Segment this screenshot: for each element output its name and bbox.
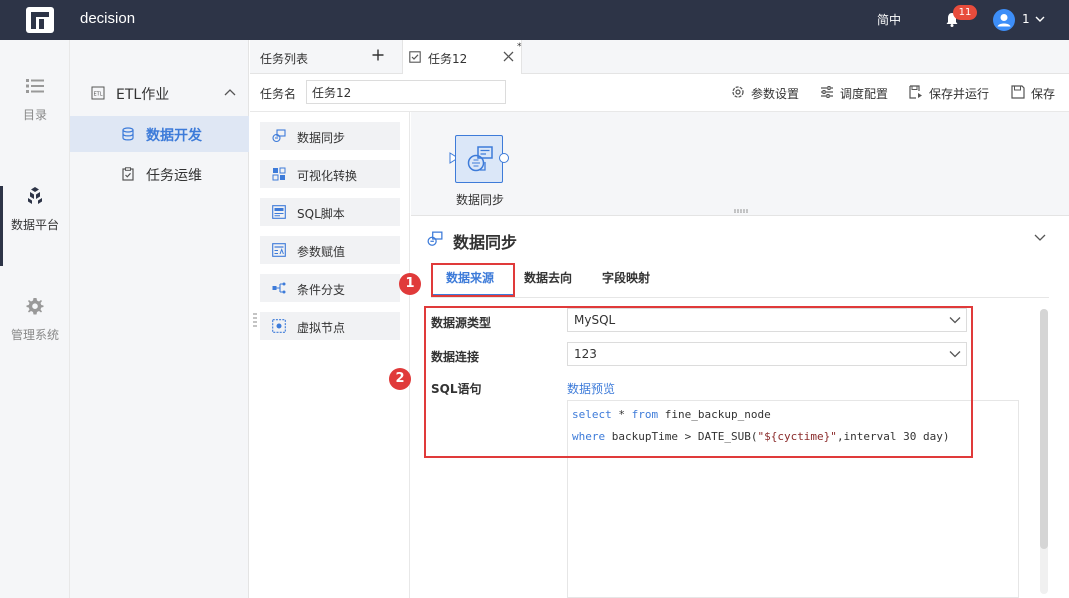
etl-nav: ETL ETL作业 数据开发 任务运维 [70, 40, 249, 598]
task-check-icon [409, 51, 421, 63]
chevron-down-icon[interactable] [1034, 13, 1046, 25]
palette-item-sql-script[interactable]: SQL脚本 [260, 198, 400, 226]
rail-label: 目录 [22, 108, 47, 122]
virtual-node-icon [272, 319, 286, 333]
flow-node-data-sync[interactable] [455, 135, 503, 183]
resize-handle-icon[interactable] [253, 313, 257, 327]
rail-label: 数据平台 [10, 218, 59, 232]
palette-label: SQL脚本 [297, 207, 345, 221]
tab-bar: 任务列表 任务12 * [250, 40, 1069, 74]
tool-label: 参数设置 [751, 87, 800, 101]
palette-label: 参数赋值 [297, 245, 346, 259]
list-icon [26, 79, 44, 93]
plus-icon[interactable] [372, 49, 384, 61]
task-toolbar: 任务名 参数设置 调度配置 保存并运行 保存 [250, 74, 1069, 112]
top-bar: decision 简中 11 1 [0, 0, 1069, 40]
palette-label: 虚拟节点 [297, 321, 346, 335]
etl-icon: ETL [91, 86, 105, 100]
tool-label: 保存 [1031, 87, 1056, 101]
step-marker-2: 2 [389, 368, 411, 390]
highlight-box-tab [431, 263, 515, 297]
unsaved-mark: * [517, 42, 522, 52]
tool-label: 调度配置 [840, 87, 889, 101]
nav-item-label: 数据开发 [146, 128, 202, 144]
nav-item-data-dev[interactable]: 数据开发 [70, 116, 249, 152]
output-port[interactable] [499, 153, 509, 163]
close-icon[interactable] [503, 51, 514, 62]
chevron-down-icon[interactable] [1034, 233, 1046, 243]
clipboard-icon [122, 167, 134, 181]
user-name[interactable]: 1 [1022, 12, 1030, 26]
palette-label: 条件分支 [297, 283, 346, 297]
palette-item-visual-transform[interactable]: 可视化转换 [260, 160, 400, 188]
tab-divider [431, 297, 1049, 298]
left-rail: 目录 数据平台 管理系统 [0, 40, 70, 598]
tool-label: 保存并运行 [929, 87, 990, 101]
language-switch[interactable]: 简中 [877, 11, 901, 28]
palette-item-param-assign[interactable]: 参数赋值 [260, 236, 400, 264]
node-label: 数据同步 [456, 193, 505, 207]
palette-label: 数据同步 [297, 131, 346, 145]
tab-task-list[interactable]: 任务列表 [260, 50, 308, 67]
rail-label: 管理系统 [10, 328, 59, 342]
step-marker-1: 1 [399, 273, 421, 295]
avatar[interactable] [993, 9, 1015, 31]
data-sync-icon [427, 231, 443, 246]
detail-scrollbar[interactable] [1040, 309, 1048, 594]
tab-task-12[interactable]: 任务12 * [402, 40, 522, 74]
tab-field-mapping[interactable]: 字段映射 [602, 269, 650, 286]
settings-icon [732, 86, 744, 98]
save-icon [1011, 85, 1025, 99]
param-assign-icon [272, 243, 286, 257]
app-name: decision [80, 10, 136, 27]
rail-item-catalog[interactable]: 目录 [0, 76, 70, 156]
user-icon [997, 14, 1011, 27]
notification-badge: 11 [953, 5, 977, 20]
branch-icon [272, 282, 286, 294]
nav-item-label: 任务运维 [146, 168, 202, 184]
palette-label: 可视化转换 [297, 169, 358, 183]
data-sync-node-icon [467, 146, 493, 172]
svg-text:ETL: ETL [94, 92, 103, 98]
scrollbar-thumb[interactable] [1040, 309, 1048, 549]
nav-item-task-ops[interactable]: 任务运维 [70, 156, 249, 192]
visual-transform-icon [272, 167, 286, 181]
database-icon [122, 127, 134, 141]
sliders-icon [821, 86, 833, 98]
data-sync-icon [272, 129, 286, 143]
tab-data-destination[interactable]: 数据去向 [524, 269, 572, 286]
task-name-input[interactable] [306, 80, 506, 104]
chevron-up-icon[interactable] [224, 87, 236, 97]
detail-panel: 数据同步 数据来源 数据去向 字段映射 1 2 数据源类型 MySQL 数据连接… [389, 217, 1069, 598]
detail-title: 数据同步 [453, 233, 518, 252]
task-name-label: 任务名 [260, 87, 297, 101]
component-palette: 数据同步 可视化转换 SQL脚本 参数赋值 条件分支 虚拟节点 [250, 112, 410, 598]
grip-icon[interactable] [734, 209, 748, 213]
sql-script-icon [272, 205, 286, 219]
palette-item-virtual-node[interactable]: 虚拟节点 [260, 312, 400, 340]
save-run-icon [909, 85, 922, 99]
highlight-box-fields [424, 306, 973, 458]
palette-item-data-sync[interactable]: 数据同步 [260, 122, 400, 150]
tab-label: 任务12 [428, 52, 468, 66]
palette-item-branch[interactable]: 条件分支 [260, 274, 400, 302]
nav-group-label: ETL作业 [116, 87, 170, 103]
cubes-icon [28, 187, 42, 204]
gear-icon [26, 298, 44, 315]
rail-item-management[interactable]: 管理系统 [0, 296, 70, 376]
nav-group-etl[interactable]: ETL ETL作业 [70, 74, 249, 110]
flow-canvas[interactable]: 数据同步 [411, 112, 1069, 216]
logo-icon [26, 7, 54, 33]
rail-item-data-platform[interactable]: 数据平台 [0, 186, 70, 266]
